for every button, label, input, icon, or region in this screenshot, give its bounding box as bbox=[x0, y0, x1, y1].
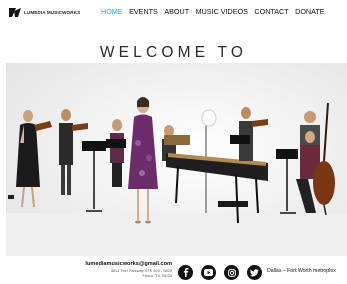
brand-logo[interactable]: LUMEDIA MUSICWORKS bbox=[8, 6, 80, 18]
footer-contact: lumediamusicworks@gmail.com 8811 Teel Pa… bbox=[82, 261, 172, 278]
ensemble-photo-icon bbox=[6, 63, 347, 256]
nav-contact[interactable]: CONTACT bbox=[254, 7, 288, 16]
nav-music-videos[interactable]: MUSIC VIDEOS bbox=[196, 7, 248, 16]
social-links bbox=[178, 265, 262, 280]
hero-ensemble-photo bbox=[6, 63, 347, 256]
page: LUMEDIA MUSICWORKS HOME EVENTS ABOUT MUS… bbox=[0, 0, 347, 284]
twitter-icon[interactable] bbox=[247, 265, 262, 280]
nav-events[interactable]: EVENTS bbox=[129, 7, 158, 16]
nav-home[interactable]: HOME bbox=[101, 7, 123, 16]
footer-metro-area: Dallas – Fort Worth metroplex bbox=[267, 268, 336, 274]
footer-email[interactable]: lumediamusicworks@gmail.com bbox=[82, 261, 172, 268]
footer-address-line2: Frisco, TX 75035 bbox=[142, 273, 172, 279]
logo-mark-icon bbox=[9, 8, 21, 17]
nav-donate[interactable]: DONATE bbox=[295, 7, 324, 16]
instagram-icon[interactable] bbox=[224, 265, 239, 280]
youtube-icon[interactable] bbox=[201, 265, 216, 280]
brand-name: LUMEDIA MUSICWORKS bbox=[24, 9, 81, 15]
facebook-icon[interactable] bbox=[178, 265, 193, 280]
nav-about[interactable]: ABOUT bbox=[164, 7, 189, 16]
main-nav: HOME EVENTS ABOUT MUSIC VIDEOS CONTACT D… bbox=[101, 7, 331, 16]
page-title: WELCOME TO bbox=[99, 44, 248, 62]
